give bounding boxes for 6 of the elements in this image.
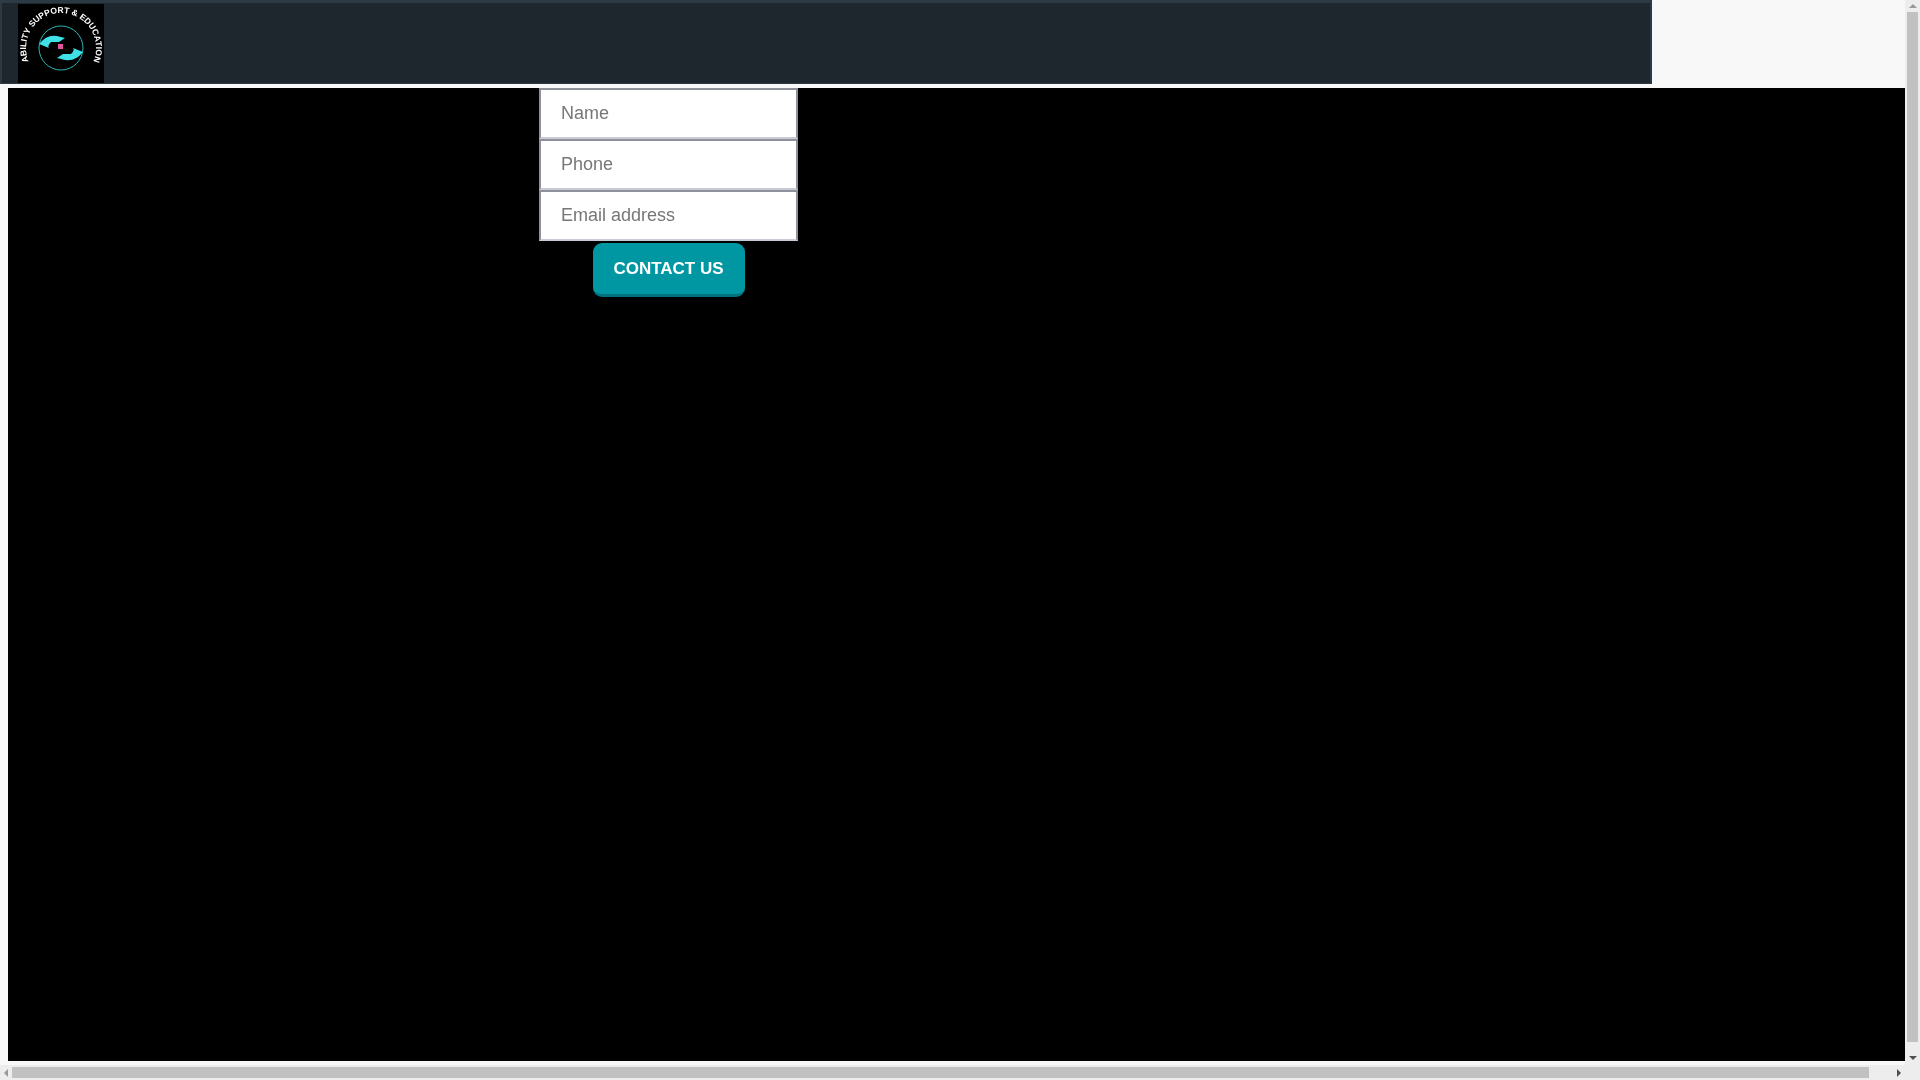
input-field[interactable]: Phone (539, 139, 798, 190)
input-field[interactable]: Name (539, 88, 798, 139)
horizontal-scrollbar[interactable] (0, 1065, 1905, 1080)
contact-button[interactable]: CONTACT US (592, 243, 745, 297)
input-field[interactable]: Email address (539, 190, 798, 241)
vertical-scrollbar[interactable] (1905, 0, 1920, 1080)
